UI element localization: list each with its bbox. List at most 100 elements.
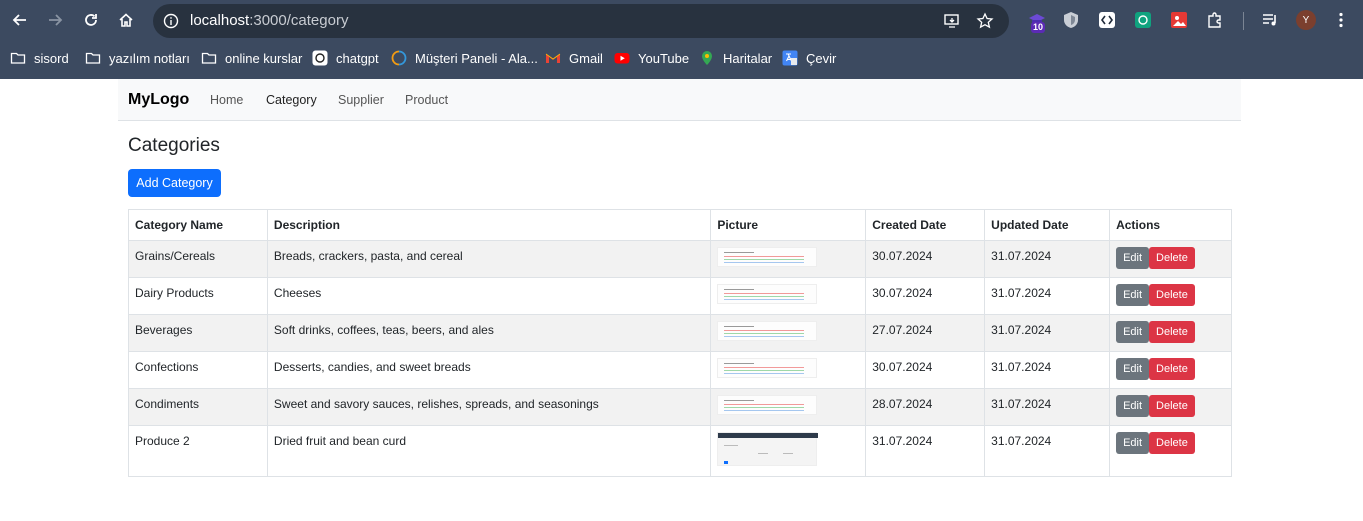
delete-button[interactable]: Delete (1149, 247, 1195, 269)
updated-date-cell: 31.07.2024 (984, 314, 1111, 352)
category-name-cell: Produce 2 (128, 425, 268, 477)
nav-link-home[interactable]: Home (210, 93, 243, 107)
edit-button[interactable]: Edit (1116, 284, 1150, 306)
edit-button[interactable]: Edit (1116, 395, 1150, 417)
actions-cell: Edit Delete (1109, 240, 1232, 278)
bookmark-gmail[interactable]: Gmail (545, 46, 603, 70)
folder-icon (85, 52, 101, 64)
table-row: Produce 2 Dried fruit and bean curd 31.0… (128, 425, 1232, 477)
actions-cell: Edit Delete (1109, 314, 1232, 352)
browser-chrome: localhost:3000/category 10 Y sisord yazı… (0, 0, 1363, 79)
nav-link-category[interactable]: Category (266, 93, 317, 107)
bookmark-yazilim-notlari[interactable]: yazılım notları (85, 46, 190, 70)
updated-date-cell: 31.07.2024 (984, 240, 1111, 278)
edit-button[interactable]: Edit (1116, 358, 1150, 380)
description-cell: Breads, crackers, pasta, and cereal (266, 240, 712, 278)
actions-cell: Edit Delete (1109, 388, 1232, 426)
edit-button[interactable]: Edit (1116, 247, 1150, 269)
home-button[interactable] (112, 6, 140, 34)
bookmark-chatgpt[interactable]: chatgpt (312, 46, 379, 70)
code-extension-icon[interactable] (1098, 11, 1116, 29)
edit-button[interactable]: Edit (1116, 432, 1150, 454)
created-date-cell: 28.07.2024 (865, 388, 986, 426)
column-header: Description (266, 209, 712, 241)
delete-button[interactable]: Delete (1149, 395, 1195, 417)
table-header-row: Category Name Description Picture Create… (128, 209, 1232, 241)
translate-icon (782, 50, 798, 66)
address-bar[interactable]: localhost:3000/category (153, 4, 1009, 38)
created-date-cell: 31.07.2024 (865, 425, 986, 477)
kebab-menu-icon[interactable] (1332, 11, 1350, 29)
gmail-icon (545, 53, 561, 63)
picture-extension-icon[interactable] (1170, 11, 1188, 29)
description-cell: Desserts, candies, and sweet breads (266, 351, 712, 389)
bookmark-online-kurslar[interactable]: online kurslar (201, 46, 302, 70)
folder-icon (201, 52, 217, 64)
column-header: Actions (1109, 209, 1232, 241)
bookmark-label: Müşteri Paneli - Ala... (415, 50, 538, 66)
url-text[interactable]: localhost:3000/category (190, 12, 348, 29)
picture-cell (710, 314, 867, 352)
forward-button[interactable] (41, 6, 69, 34)
bookmark-label: chatgpt (336, 50, 379, 66)
picture-cell (710, 351, 867, 389)
url-path: :3000/category (249, 12, 349, 29)
delete-button[interactable]: Delete (1149, 321, 1195, 343)
category-thumbnail (717, 247, 818, 267)
nav-link-product[interactable]: Product (405, 93, 448, 107)
bookmark-youtube[interactable]: YouTube (614, 46, 689, 70)
install-app-icon[interactable] (943, 12, 961, 30)
star-icon[interactable] (976, 12, 994, 30)
description-cell: Soft drinks, coffees, teas, beers, and a… (266, 314, 712, 352)
actions-cell: Edit Delete (1109, 351, 1232, 389)
category-name-cell: Grains/Cereals (128, 240, 268, 278)
circle-logo-icon (391, 50, 407, 66)
media-queue-icon[interactable] (1261, 11, 1279, 29)
maps-icon (702, 51, 712, 65)
category-thumbnail (717, 321, 818, 341)
delete-button[interactable]: Delete (1149, 284, 1195, 306)
bookmark-sisord[interactable]: sisord (10, 46, 69, 70)
youtube-icon (614, 53, 630, 64)
category-thumbnail (717, 284, 818, 304)
updated-date-cell: 31.07.2024 (984, 388, 1111, 426)
reload-button[interactable] (77, 6, 105, 34)
category-thumbnail (717, 358, 818, 378)
chatgpt-extension-icon[interactable] (1134, 11, 1152, 29)
picture-cell (710, 388, 867, 426)
home-icon (119, 13, 133, 27)
shield-extension-icon[interactable] (1062, 11, 1080, 29)
folder-icon (10, 52, 26, 64)
category-name-cell: Dairy Products (128, 277, 268, 315)
arrow-right-icon (49, 14, 63, 26)
bookmark-label: yazılım notları (109, 50, 190, 66)
table-row: Confections Desserts, candies, and sweet… (128, 351, 1232, 389)
category-thumbnail (717, 395, 818, 415)
bookmark-label: YouTube (638, 50, 690, 66)
nav-link-supplier[interactable]: Supplier (338, 93, 384, 107)
updated-date-cell: 31.07.2024 (984, 277, 1111, 315)
actions-cell: Edit Delete (1109, 277, 1232, 315)
site-navbar: MyLogo Home Category Supplier Product (118, 79, 1241, 121)
bookmark-musteri-paneli[interactable]: Müşteri Paneli - Ala... (391, 46, 538, 70)
reload-icon (85, 14, 97, 26)
site-info-icon[interactable] (163, 13, 179, 29)
description-cell: Cheeses (266, 277, 712, 315)
created-date-cell: 27.07.2024 (865, 314, 986, 352)
bookmark-haritalar[interactable]: Haritalar (699, 46, 772, 70)
page-title: Categories (128, 135, 220, 156)
add-category-button[interactable]: Add Category (128, 169, 221, 197)
delete-button[interactable]: Delete (1149, 432, 1195, 454)
extensions-puzzle-icon[interactable] (1206, 11, 1224, 29)
delete-button[interactable]: Delete (1149, 358, 1195, 380)
edit-button[interactable]: Edit (1116, 321, 1150, 343)
brand-logo[interactable]: MyLogo (128, 91, 189, 109)
category-name-cell: Condiments (128, 388, 268, 426)
created-date-cell: 30.07.2024 (865, 240, 986, 278)
page-content: MyLogo Home Category Supplier Product Ca… (0, 79, 1363, 521)
bookmark-cevir[interactable]: Çevir (782, 46, 836, 70)
bookmark-label: Gmail (569, 50, 603, 66)
created-date-cell: 30.07.2024 (865, 351, 986, 389)
profile-avatar[interactable]: Y (1296, 10, 1316, 30)
back-button[interactable] (6, 6, 34, 34)
